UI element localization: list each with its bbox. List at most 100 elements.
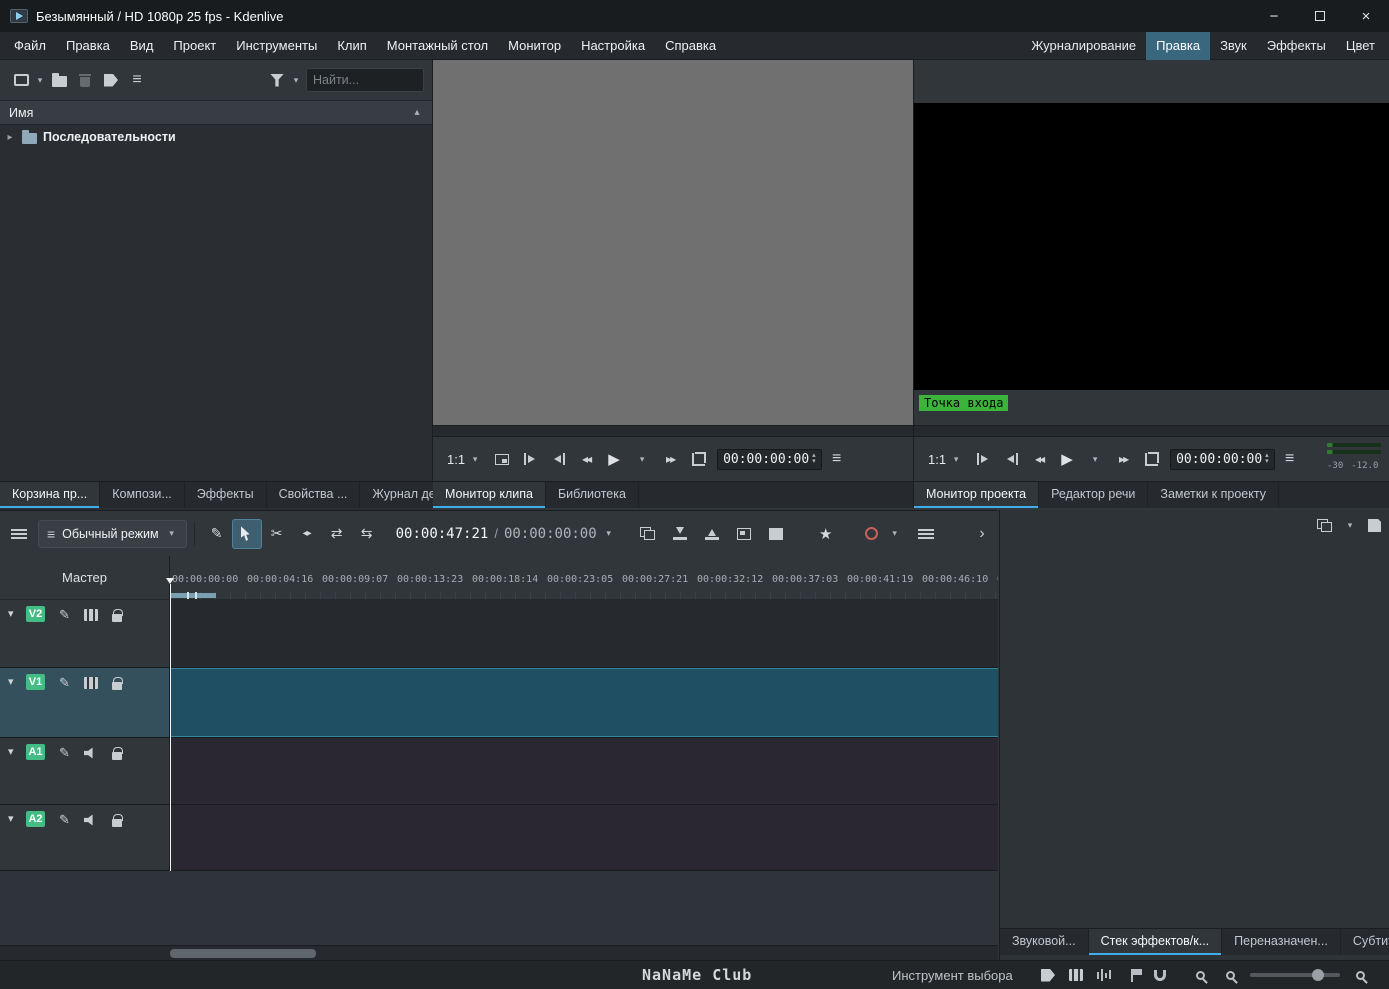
chevron-down-icon[interactable]: ▾ — [34, 75, 46, 86]
tab-speech-editor[interactable]: Редактор речи — [1039, 482, 1149, 508]
timeline-settings-button[interactable] — [6, 521, 32, 547]
bin-name-column-header[interactable]: Имя ▴ — [0, 100, 432, 125]
menu-settings[interactable]: Настройка — [571, 32, 655, 59]
play-options-button[interactable]: ▾ — [629, 446, 655, 472]
zoom-in-button[interactable] — [1350, 964, 1370, 986]
timeline-horizontal-scrollbar[interactable] — [0, 945, 998, 960]
overwrite-zone-button[interactable] — [761, 519, 791, 549]
tab-audio-mixer[interactable]: Звуковой... — [1000, 929, 1089, 955]
lock-track-icon[interactable] — [111, 814, 123, 827]
trim-tool-button[interactable]: ✎ — [202, 519, 232, 549]
zoom-out-button[interactable] — [1220, 964, 1240, 986]
slip-tool-button[interactable]: ⇄ — [322, 519, 352, 549]
snap-toggle[interactable] — [1150, 964, 1170, 986]
project-monitor-seekbar[interactable] — [914, 425, 1389, 437]
close-button[interactable]: × — [1343, 0, 1389, 32]
track-edit-icon[interactable]: ✎ — [59, 676, 70, 690]
menu-help[interactable]: Справка — [655, 32, 726, 59]
timeline-ruler[interactable]: 00:00:00:00 00:00:04:16 00:00:09:07 00:0… — [170, 556, 998, 600]
chevron-down-icon[interactable]: ▾ — [603, 528, 615, 539]
menu-tools[interactable]: Инструменты — [226, 32, 327, 59]
track-edit-icon[interactable]: ✎ — [59, 746, 70, 760]
add-clip-button[interactable] — [8, 67, 34, 93]
mute-track-icon[interactable] — [83, 814, 93, 826]
project-timecode[interactable]: 00:00:00:00 ▴ ▾ — [1170, 448, 1275, 470]
clip-timecode[interactable]: 00:00:00:00 ▴ ▾ — [717, 448, 822, 470]
workspace-color[interactable]: Цвет — [1336, 32, 1385, 60]
titlebar[interactable]: Безымянный / HD 1080p 25 fps - Kdenlive … — [0, 0, 1389, 32]
menu-project[interactable]: Проект — [163, 32, 226, 59]
mix-clips-button[interactable] — [633, 519, 663, 549]
track-lane-v2[interactable] — [170, 600, 998, 667]
mute-track-icon[interactable] — [83, 747, 93, 759]
chevron-up-icon[interactable]: ▴ — [411, 107, 423, 118]
zone-mode-button[interactable] — [685, 446, 711, 472]
workspace-effects[interactable]: Эффекты — [1257, 32, 1336, 60]
chevron-down-icon[interactable]: ▾ — [889, 528, 901, 539]
delete-button[interactable] — [72, 67, 98, 93]
track-lane-a2[interactable] — [170, 805, 998, 870]
save-icon[interactable] — [1368, 519, 1381, 532]
hide-track-icon[interactable] — [83, 677, 98, 689]
lock-track-icon[interactable] — [111, 677, 123, 690]
timeline-position-display[interactable]: 00:00:47:21 / 00:00:00:00 ▾ — [396, 526, 615, 542]
tab-project-monitor[interactable]: Монитор проекта — [914, 482, 1040, 508]
timecode-spinner[interactable]: ▴ ▾ — [812, 452, 816, 465]
project-zoom-select[interactable]: 1:1 ▾ — [922, 449, 968, 470]
track-lane-v1[interactable] — [170, 668, 998, 737]
spacer-tool-button[interactable]: ◂▸ — [292, 519, 322, 549]
set-zone-in-button[interactable] — [970, 446, 996, 472]
menu-monitor[interactable]: Монитор — [498, 32, 571, 59]
tab-library[interactable]: Библиотека — [546, 482, 639, 508]
track-header-v1[interactable]: ▾ V1 ✎ — [0, 668, 170, 737]
set-zone-in-button[interactable] — [517, 446, 543, 472]
menu-view[interactable]: Вид — [120, 32, 164, 59]
selection-tool-button[interactable] — [231, 518, 262, 549]
project-monitor-menu-button[interactable]: ≡ — [1277, 446, 1303, 472]
clip-monitor-seekbar[interactable] — [433, 425, 913, 437]
tags-button[interactable] — [98, 67, 124, 93]
forward-button[interactable]: ▸▸ — [657, 446, 683, 472]
menu-timeline[interactable]: Монтажный стол — [377, 32, 498, 59]
track-edit-icon[interactable]: ✎ — [59, 813, 70, 827]
video-thumbnails-toggle[interactable] — [1066, 964, 1086, 986]
zoom-slider[interactable] — [1250, 969, 1340, 981]
track-badge[interactable]: A1 — [26, 744, 45, 760]
tab-clip-monitor[interactable]: Монитор клипа — [433, 482, 546, 508]
chevron-down-icon[interactable]: ▾ — [8, 812, 26, 825]
filter-button[interactable] — [264, 67, 290, 93]
set-zone-out-button[interactable] — [998, 446, 1024, 472]
chevron-down-icon[interactable]: ▾ — [290, 75, 302, 86]
zoom-slider-handle[interactable] — [1312, 969, 1324, 981]
lock-track-icon[interactable] — [111, 747, 123, 760]
ripple-tool-button[interactable]: ⇆ — [352, 519, 382, 549]
playhead[interactable] — [166, 578, 174, 871]
track-badge[interactable]: A2 — [26, 811, 45, 827]
chevron-right-icon[interactable]: ▸ — [4, 132, 16, 143]
tab-project-notes[interactable]: Заметки к проекту — [1148, 482, 1279, 508]
razor-tool-button[interactable]: ✂ — [262, 519, 292, 549]
maximize-button[interactable] — [1297, 0, 1343, 32]
track-header-v2[interactable]: ▾ V2 ✎ — [0, 600, 170, 667]
tab-project-bin[interactable]: Корзина пр... — [0, 482, 101, 508]
favorite-effects-button[interactable]: ★ — [811, 519, 841, 549]
mixer-button[interactable] — [911, 519, 941, 549]
hide-track-icon[interactable] — [83, 609, 98, 621]
create-folder-button[interactable] — [46, 67, 72, 93]
master-effects-button[interactable]: Мастер — [62, 570, 107, 585]
timeline-zone-bar[interactable] — [170, 592, 216, 599]
minimize-button[interactable]: − — [1251, 0, 1297, 32]
tab-subtitles[interactable]: Субтитры — [1341, 929, 1389, 955]
bin-menu-button[interactable]: ≡ — [124, 67, 150, 93]
track-badge[interactable]: V1 — [26, 674, 45, 690]
audio-thumbnails-toggle[interactable] — [1094, 964, 1114, 986]
chevron-down-icon[interactable]: ▾ — [8, 675, 26, 688]
track-header-a1[interactable]: ▾ A1 ✎ — [0, 738, 170, 804]
rewind-button[interactable]: ◂◂ — [1026, 446, 1052, 472]
scrollbar-thumb[interactable] — [170, 949, 316, 958]
insert-zone-button[interactable] — [665, 519, 695, 549]
edit-mode-select[interactable]: ≡ Обычный режим ▾ — [38, 519, 187, 548]
track-lane-a1[interactable] — [170, 738, 998, 804]
zone-mode-button[interactable] — [1138, 446, 1164, 472]
workspace-editing[interactable]: Правка — [1146, 31, 1211, 60]
